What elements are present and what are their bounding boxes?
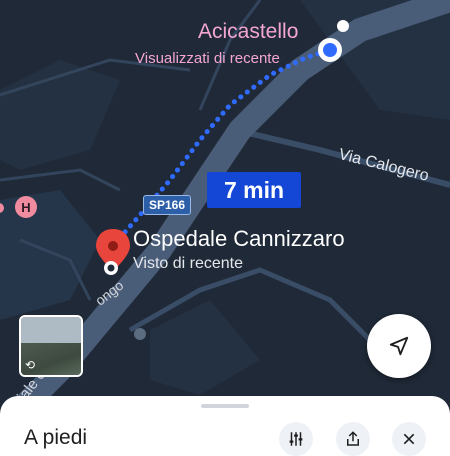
bottom-sheet[interactable]: A piedi: [0, 396, 450, 456]
rotate-360-icon: ⟲: [25, 358, 36, 372]
origin-title[interactable]: Acicastello: [198, 20, 298, 44]
share-icon: [347, 431, 359, 446]
filters-button[interactable]: [279, 422, 313, 456]
minor-road: [0, 168, 121, 192]
close-button[interactable]: [392, 422, 426, 456]
poi-dot: [337, 20, 349, 32]
destination-pin-icon[interactable]: [96, 229, 130, 275]
hospital-icon[interactable]: H: [15, 196, 37, 218]
travel-mode-title: A piedi: [24, 426, 88, 449]
origin-marker-dot: [323, 43, 337, 57]
route-eta-badge[interactable]: 7 min: [207, 172, 301, 208]
navigation-arrow-icon: [389, 336, 409, 356]
street-view-sky: [21, 317, 81, 344]
close-icon: [403, 433, 415, 445]
destination-title[interactable]: Ospedale Cannizzaro: [133, 226, 345, 252]
origin-subtitle: Visualizzati di recente: [135, 50, 280, 67]
destination-subtitle: Visto di recente: [133, 255, 243, 272]
sheet-drag-handle[interactable]: [201, 404, 249, 408]
map-block: [150, 300, 260, 395]
recenter-button[interactable]: [367, 314, 431, 378]
road-shield: SP166: [143, 195, 192, 215]
street-view-thumbnail[interactable]: ⟲: [19, 315, 83, 377]
sliders-icon: [289, 432, 303, 446]
bus-stop-icon[interactable]: [134, 328, 146, 340]
map-canvas[interactable]: [0, 0, 450, 450]
share-button[interactable]: [336, 422, 370, 456]
